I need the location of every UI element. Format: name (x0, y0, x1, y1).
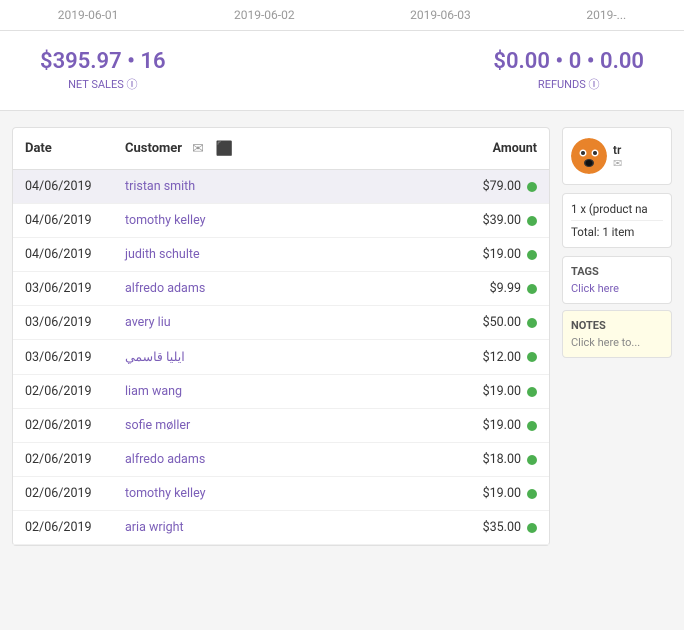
row-date: 04/06/2019 (25, 179, 125, 194)
row-status-dot (527, 318, 537, 328)
row-date: 02/06/2019 (25, 384, 125, 399)
table-row[interactable]: 02/06/2019 alfredo adams $18.00 (13, 443, 549, 477)
notes-click[interactable]: Click here to... (571, 336, 663, 349)
row-date: 03/06/2019 (25, 350, 125, 365)
col-header-date: Date (25, 141, 125, 156)
row-status-dot (527, 421, 537, 431)
row-amount: $19.00 (441, 486, 521, 501)
export-icon[interactable]: ⬛ (214, 138, 235, 159)
table-row[interactable]: 02/06/2019 aria wright $35.00 (13, 511, 549, 545)
tags-section: TAGS Click here (562, 256, 672, 304)
table-row[interactable]: 04/06/2019 tomothy kelley $39.00 (13, 204, 549, 238)
row-date: 02/06/2019 (25, 418, 125, 433)
row-customer-name: aria wright (125, 520, 441, 535)
row-amount: $19.00 (441, 384, 521, 399)
row-date: 02/06/2019 (25, 452, 125, 467)
refunds-label: REFUNDS ⓘ (538, 76, 600, 92)
summary-row: $395.97 • 16 NET SALES ⓘ $0.00 • 0 • 0.0… (0, 31, 684, 111)
row-customer-name: alfredo adams (125, 281, 441, 296)
table-row[interactable]: 02/06/2019 tomothy kelley $19.00 (13, 477, 549, 511)
net-sales-label: NET SALES ⓘ (68, 76, 137, 92)
customer-card[interactable]: tr ✉ (562, 127, 672, 185)
net-sales-summary: $395.97 • 16 NET SALES ⓘ (40, 49, 166, 92)
row-status-dot (527, 352, 537, 362)
row-amount: $9.99 (441, 281, 521, 296)
row-customer-name: tomothy kelley (125, 486, 441, 501)
row-status-dot (527, 387, 537, 397)
email-filter-icon[interactable]: ✉ (190, 138, 206, 159)
row-amount: $19.00 (441, 247, 521, 262)
row-date: 03/06/2019 (25, 281, 125, 296)
avatar (571, 138, 607, 174)
row-date: 04/06/2019 (25, 213, 125, 228)
row-status-dot (527, 250, 537, 260)
row-amount: $50.00 (441, 315, 521, 330)
row-amount: $35.00 (441, 520, 521, 535)
col-header-amount: Amount (457, 141, 537, 156)
customer-info: tr ✉ (613, 143, 622, 170)
table-body: 04/06/2019 tristan smith $79.00 04/06/20… (13, 170, 549, 545)
row-customer-name: ايليا قاسمي (125, 349, 441, 365)
row-customer-name: alfredo adams (125, 452, 441, 467)
row-amount: $79.00 (441, 179, 521, 194)
row-customer-name: judith schulte (125, 247, 441, 262)
refunds-summary: $0.00 • 0 • 0.00 REFUNDS ⓘ (493, 49, 644, 92)
right-panel: tr ✉ 1 x (product na Total: 1 item TAGS … (562, 127, 672, 546)
table-row[interactable]: 02/06/2019 sofie møller $19.00 (13, 409, 549, 443)
row-status-dot (527, 284, 537, 294)
order-total: Total: 1 item (571, 220, 663, 239)
order-info: 1 x (product na Total: 1 item (562, 193, 672, 248)
notes-title: NOTES (571, 319, 663, 332)
table-row[interactable]: 03/06/2019 ايليا قاسمي $12.00 (13, 340, 549, 375)
orders-table-panel: Date Customer ✉ ⬛ Amount 04/06/2019 tris… (12, 127, 550, 546)
row-customer-name: liam wang (125, 384, 441, 399)
col-header-customer: Customer ✉ ⬛ (125, 138, 377, 159)
row-customer-name: avery liu (125, 315, 441, 330)
row-customer-name: sofie møller (125, 418, 441, 433)
main-content: Date Customer ✉ ⬛ Amount 04/06/2019 tris… (0, 127, 684, 546)
refunds-amount: $0.00 • 0 • 0.00 (493, 49, 644, 74)
email-icon: ✉ (613, 157, 622, 170)
net-sales-amount: $395.97 • 16 (40, 49, 166, 74)
table-row[interactable]: 02/06/2019 liam wang $19.00 (13, 375, 549, 409)
date-label-4: 2019-... (586, 8, 626, 22)
tags-title: TAGS (571, 265, 663, 278)
row-customer-name: tomothy kelley (125, 213, 441, 228)
row-amount: $12.00 (441, 350, 521, 365)
notes-section: NOTES Click here to... (562, 310, 672, 358)
tags-click[interactable]: Click here (571, 282, 663, 295)
row-customer-name: tristan smith (125, 179, 441, 194)
row-status-dot (527, 182, 537, 192)
table-row[interactable]: 04/06/2019 tristan smith $79.00 (13, 170, 549, 204)
order-product: 1 x (product na (571, 202, 663, 216)
row-amount: $39.00 (441, 213, 521, 228)
row-date: 04/06/2019 (25, 247, 125, 262)
row-date: 02/06/2019 (25, 486, 125, 501)
table-header: Date Customer ✉ ⬛ Amount (13, 128, 549, 170)
date-label-2: 2019-06-02 (234, 8, 295, 22)
date-label-3: 2019-06-03 (410, 8, 471, 22)
customer-name: tr (613, 143, 622, 157)
row-date: 03/06/2019 (25, 315, 125, 330)
row-amount: $18.00 (441, 452, 521, 467)
row-status-dot (527, 216, 537, 226)
table-row[interactable]: 03/06/2019 alfredo adams $9.99 (13, 272, 549, 306)
row-date: 02/06/2019 (25, 520, 125, 535)
row-status-dot (527, 455, 537, 465)
table-row[interactable]: 03/06/2019 avery liu $50.00 (13, 306, 549, 340)
row-status-dot (527, 523, 537, 533)
table-row[interactable]: 04/06/2019 judith schulte $19.00 (13, 238, 549, 272)
row-status-dot (527, 489, 537, 499)
row-amount: $19.00 (441, 418, 521, 433)
date-label-1: 2019-06-01 (58, 8, 119, 22)
date-bar: 2019-06-01 2019-06-02 2019-06-03 2019-..… (0, 0, 684, 31)
